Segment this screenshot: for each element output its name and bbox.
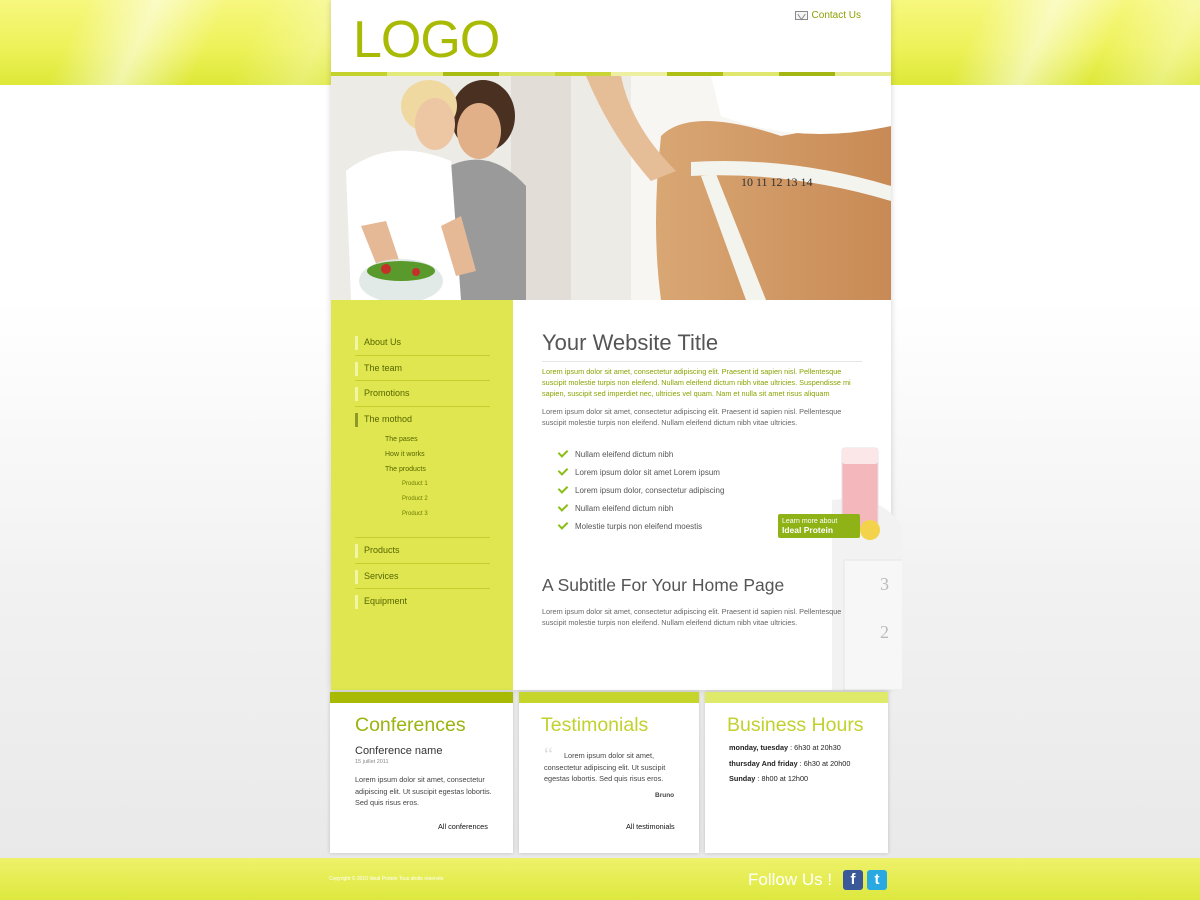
hours-row: thursday And friday : 6h30 at 20h00 — [729, 759, 850, 775]
sidebar-item-services[interactable]: Services — [355, 564, 490, 589]
list-item-label: Lorem ipsum dolor sit amet Lorem ipsum — [575, 467, 720, 477]
footer: Copyright © 2010 Ideal Protein Tous droi… — [0, 858, 1200, 900]
svg-text:10 11 12 13 14: 10 11 12 13 14 — [741, 175, 813, 189]
sidebar-subitem-product-2[interactable]: Product 2 — [355, 492, 490, 507]
page-container: LOGO Contact Us 10 11 12 13 14 About Us … — [331, 0, 912, 691]
facebook-icon[interactable]: f — [843, 870, 863, 890]
checkmark-icon — [557, 482, 569, 494]
follow-us-label: Follow Us ! — [748, 870, 833, 889]
business-hours-box: Business Hours monday, tuesday : 6h30 at… — [705, 692, 888, 853]
hours-day: Sunday — [729, 774, 756, 783]
sidebar-subitem-product-1[interactable]: Product 1 — [355, 477, 490, 492]
svg-text:2: 2 — [880, 622, 889, 642]
envelope-icon — [794, 11, 808, 20]
testimonials-box: Testimonials “ Lorem ipsum dolor sit ame… — [519, 692, 699, 853]
main-content: 3 2 Learn more about Ideal Protein Your … — [542, 300, 912, 691]
page-subtitle: A Subtitle For Your Home Page — [542, 575, 785, 595]
contact-us-link[interactable]: Contact Us — [794, 10, 861, 21]
sidebar-subitem-how-it-works[interactable]: How it works — [355, 447, 490, 462]
contact-us-label: Contact Us — [811, 10, 861, 21]
sidebar-item-the-team[interactable]: The team — [355, 356, 490, 381]
testimonial-author: Bruno — [655, 792, 675, 799]
banner-light-streak — [1040, 0, 1200, 85]
business-hours-heading: Business Hours — [727, 714, 864, 736]
box-top-bar — [519, 692, 699, 703]
intro-paragraph-highlight: Lorem ipsum dolor sit amet, consectetur … — [542, 367, 851, 398]
sidebar-subitem-the-pases[interactable]: The pases — [355, 432, 490, 447]
testimonials-heading: Testimonials — [541, 714, 649, 736]
sidebar-subitem-the-products[interactable]: The products — [355, 462, 490, 477]
header: LOGO Contact Us — [331, 0, 891, 72]
checkmark-icon — [557, 446, 569, 458]
conferences-heading: Conferences — [355, 714, 466, 736]
all-conferences-link[interactable]: All conferences — [438, 822, 488, 831]
checkmark-icon — [557, 518, 569, 530]
sidebar-item-promotions[interactable]: Promotions — [355, 381, 490, 407]
sidebar-item-the-method[interactable]: The mothod — [355, 407, 490, 433]
learn-more-ideal-protein-button[interactable]: Learn more about Ideal Protein — [778, 514, 860, 538]
sidebar-subitem-product-3[interactable]: Product 3 — [355, 507, 490, 522]
checkmark-icon — [557, 500, 569, 512]
conference-description: Lorem ipsum dolor sit amet, consectetur … — [355, 775, 492, 807]
intro-paragraph: Lorem ipsum dolor sit amet, consectetur … — [542, 407, 842, 427]
hours-time: : 6h30 at 20h00 — [797, 758, 851, 768]
hours-day: thursday And friday — [729, 758, 798, 768]
protein-drink-illustration: 3 2 — [832, 447, 912, 691]
sidebar-menu: About Us The team Promotions The mothod … — [355, 330, 490, 615]
copyright-text: Copyright © 2010 Ideal Protein Tous droi… — [329, 876, 444, 882]
list-item-label: Nullam eleifend dictum nibh — [575, 449, 674, 459]
conference-name[interactable]: Conference name — [355, 745, 442, 757]
hero-banner-image: 10 11 12 13 14 — [331, 76, 891, 300]
conference-date: 15 juillet 2011 — [355, 759, 389, 765]
list-item-label: Molestie turpis non eleifend moestis — [575, 521, 703, 531]
list-item: Lorem ipsum dolor sit amet Lorem ipsum — [557, 463, 724, 481]
sidebar-item-about-us[interactable]: About Us — [355, 330, 490, 356]
list-item: Molestie turpis non eleifend moestis — [557, 517, 724, 535]
checkmark-icon — [557, 464, 569, 476]
list-item: Nullam eleifend dictum nibh — [557, 445, 724, 463]
logo[interactable]: LOGO — [353, 10, 500, 70]
sidebar-item-products[interactable]: Products — [355, 538, 490, 564]
hours-row: Sunday : 8h00 at 12h00 — [729, 774, 850, 790]
hours-time: : 6h30 at 20h30 — [788, 743, 841, 752]
business-hours-list: monday, tuesday : 6h30 at 20h30 thursday… — [729, 743, 850, 790]
sidebar-item-equipment[interactable]: Equipment — [355, 589, 490, 615]
sidebar: About Us The team Promotions The mothod … — [331, 300, 513, 690]
promo-line-1: Learn more about — [782, 518, 838, 525]
twitter-icon[interactable]: t — [867, 870, 887, 890]
page-title: Your Website Title — [542, 330, 862, 362]
testimonial-text: Lorem ipsum dolor sit amet, consectetur … — [544, 751, 666, 783]
subtitle-paragraph: Lorem ipsum dolor sit amet, consectetur … — [542, 607, 842, 627]
hours-row: monday, tuesday : 6h30 at 20h30 — [729, 743, 850, 759]
hero-illustration: 10 11 12 13 14 — [331, 76, 891, 300]
box-top-bar — [705, 692, 888, 703]
hours-time: : 8h00 at 12h00 — [755, 774, 809, 783]
box-top-bar — [330, 692, 513, 703]
promo-line-2: Ideal Protein — [782, 525, 834, 535]
list-item: Nullam eleifend dictum nibh — [557, 499, 724, 517]
all-testimonials-link[interactable]: All testimonials — [626, 822, 675, 831]
menu-divider — [355, 522, 490, 538]
promo-graphic: 3 2 Learn more about Ideal Protein — [762, 440, 912, 691]
conferences-box: Conferences Conference name 15 juillet 2… — [330, 692, 513, 853]
svg-text:3: 3 — [880, 574, 889, 594]
feature-checklist: Nullam eleifend dictum nibh Lorem ipsum … — [557, 445, 725, 535]
hours-day: monday, tuesday — [729, 743, 789, 752]
list-item-label: Nullam eleifend dictum nibh — [575, 503, 674, 513]
list-item: Lorem ipsum dolor, consectetur adipiscin… — [557, 481, 725, 499]
list-item-label: Lorem ipsum dolor, consectetur adipiscin… — [575, 485, 725, 495]
